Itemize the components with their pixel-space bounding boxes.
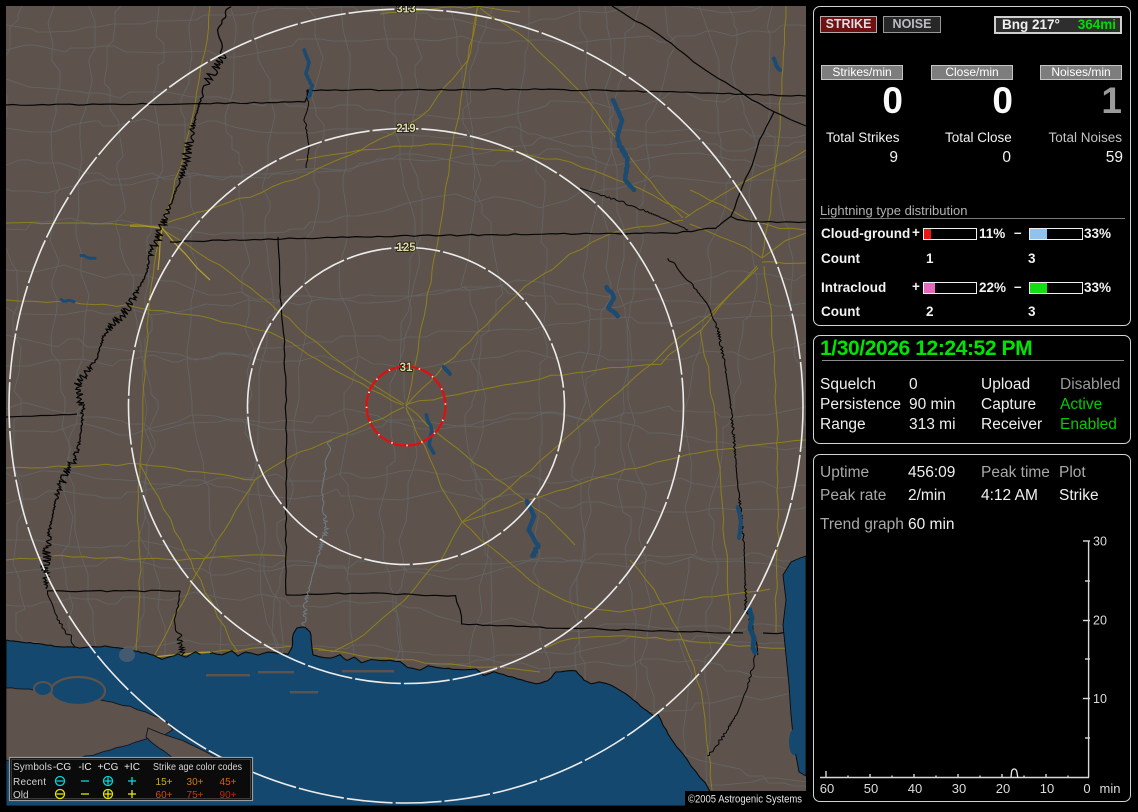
svg-text:Recent: Recent [13, 777, 46, 788]
svg-text:45+: 45+ [220, 777, 237, 788]
svg-text:20: 20 [1093, 614, 1107, 628]
svg-text:0: 0 [1083, 781, 1090, 796]
svg-text:10: 10 [1093, 692, 1107, 706]
svg-text:30: 30 [952, 781, 966, 796]
svg-text:Strike age color codes: Strike age color codes [153, 762, 242, 773]
svg-text:Symbols: Symbols [13, 762, 52, 773]
svg-text:©2005 Astrogenic Systems: ©2005 Astrogenic Systems [688, 794, 802, 806]
svg-text:min: min [1100, 781, 1121, 796]
svg-text:+IC: +IC [124, 762, 140, 773]
svg-text:15+: 15+ [156, 777, 173, 788]
svg-text:30: 30 [1093, 535, 1107, 549]
svg-text:31: 31 [400, 362, 413, 374]
svg-text:-CG: -CG [53, 762, 72, 773]
svg-text:60: 60 [820, 781, 834, 796]
svg-text:40: 40 [908, 781, 922, 796]
svg-text:75+: 75+ [187, 790, 204, 801]
svg-text:219: 219 [396, 123, 415, 135]
svg-text:125: 125 [396, 242, 416, 254]
svg-text:+CG: +CG [98, 762, 119, 773]
svg-text:60+: 60+ [156, 790, 173, 801]
svg-text:313: 313 [396, 6, 415, 16]
svg-text:90+: 90+ [220, 790, 237, 801]
svg-text:Old: Old [13, 790, 29, 801]
svg-text:50: 50 [864, 781, 878, 796]
svg-text:30+: 30+ [187, 777, 204, 788]
svg-text:10: 10 [1040, 781, 1054, 796]
svg-text:20: 20 [996, 781, 1010, 796]
svg-text:-IC: -IC [78, 762, 91, 773]
